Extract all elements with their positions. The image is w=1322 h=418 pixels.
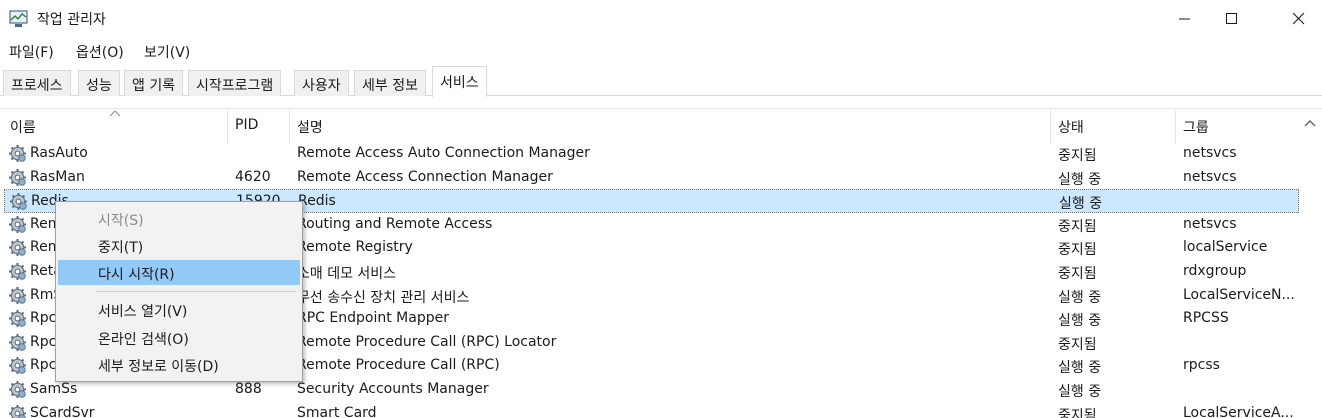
column-divider[interactable] [227, 110, 228, 144]
service-gear-icon [8, 238, 27, 257]
menu-options[interactable]: 옵션(O) [76, 42, 124, 62]
service-gear-icon [8, 404, 27, 418]
service-description-cell: 무선 송수신 장치 관리 서비스 [297, 289, 470, 306]
service-status-cell: 중지됨 [1058, 218, 1097, 235]
service-name-cell: SamSs [30, 381, 78, 397]
service-group-cell: rdxgroup [1183, 263, 1247, 279]
column-divider[interactable] [1175, 110, 1176, 144]
service-gear-icon [8, 333, 27, 352]
menu-item-go-to-details[interactable]: 세부 정보로 이동(D) [58, 352, 300, 377]
menu-item-restart[interactable]: 다시 시작(R) [58, 260, 300, 285]
window-title: 작업 관리자 [37, 12, 106, 28]
service-gear-icon [8, 356, 27, 375]
service-description-cell: Redis [298, 193, 336, 210]
tab-processes[interactable]: 프로세스 [3, 70, 71, 96]
service-pid-cell: 888 [235, 381, 262, 397]
menu-item-open-services[interactable]: 서비스 열기(V) [58, 297, 300, 322]
column-header-description[interactable]: 설명 [297, 117, 323, 137]
service-status-cell: 실행 중 [1058, 384, 1102, 400]
context-menu: 시작(S) 중지(T) 다시 시작(R) 서비스 열기(V) 온라인 검색(O)… [55, 201, 303, 382]
service-group-cell: localService [1183, 239, 1268, 256]
scroll-up-icon[interactable] [1304, 119, 1316, 127]
service-status-cell: 실행 중 [1059, 196, 1103, 213]
service-group-cell: RPCSS [1183, 310, 1229, 327]
menu-item-start[interactable]: 시작(S) [58, 206, 300, 231]
service-pid-cell: 4620 [235, 168, 271, 185]
menu-file[interactable]: 파일(F) [9, 42, 54, 62]
service-group-cell: netsvcs [1183, 145, 1237, 161]
menu-separator [96, 291, 296, 292]
service-name-cell: SCardSvr [30, 404, 95, 418]
service-gear-icon [8, 380, 27, 399]
service-group-cell: rpcss [1183, 357, 1220, 374]
tab-services[interactable]: 서비스 [432, 66, 487, 97]
table-row[interactable]: SCardSvr Smart Card 중지됨 LocalServiceA... [4, 402, 1299, 418]
column-header-group[interactable]: 그룹 [1183, 117, 1209, 137]
service-status-cell: 중지됨 [1058, 148, 1097, 164]
maximize-icon [1226, 13, 1237, 24]
service-name-cell: RasMan [30, 168, 85, 185]
column-divider[interactable] [1050, 110, 1051, 144]
column-divider[interactable] [289, 110, 290, 144]
service-description-cell: Remote Access Connection Manager [297, 168, 553, 185]
service-gear-icon [8, 262, 27, 281]
tab-startup[interactable]: 시작프로그램 [188, 70, 282, 96]
service-group-cell: LocalServiceA... [1183, 404, 1294, 418]
tab-performance[interactable]: 성능 [78, 70, 120, 96]
service-description-cell: Security Accounts Manager [297, 381, 489, 397]
tab-users[interactable]: 사용자 [294, 70, 349, 96]
service-gear-icon [8, 309, 27, 328]
title-bar: 작업 관리자 [0, 0, 1322, 38]
column-header-status[interactable]: 상태 [1058, 117, 1084, 137]
service-status-cell: 중지됨 [1058, 242, 1097, 259]
service-description-cell: Smart Card [297, 404, 377, 418]
service-description-cell: Remote Access Auto Connection Manager [297, 145, 590, 161]
task-manager-icon [9, 10, 28, 27]
table-row[interactable]: RasMan 4620 Remote Access Connection Manag… [4, 166, 1299, 190]
service-status-cell: 중지됨 [1058, 336, 1097, 353]
close-icon [1293, 13, 1305, 25]
service-description-cell: Remote Procedure Call (RPC) Locator [297, 333, 557, 350]
service-gear-icon [9, 192, 28, 211]
service-status-cell: 중지됨 [1058, 407, 1097, 418]
service-group-cell: netsvcs [1183, 168, 1237, 185]
service-gear-icon [8, 286, 27, 305]
menu-item-stop[interactable]: 중지(T) [58, 233, 300, 258]
table-row[interactable]: RasAuto Remote Access Auto Connection Man… [4, 142, 1299, 166]
menu-bar: 파일(F) 옵션(O) 보기(V) [0, 38, 1322, 64]
sort-ascending-icon [109, 110, 121, 117]
service-status-cell: 실행 중 [1058, 313, 1102, 330]
service-description-cell: Routing and Remote Access [297, 215, 493, 232]
tab-strip: 프로세스 성능 앱 기록 시작프로그램 사용자 세부 정보 서비스 [0, 66, 1322, 97]
service-status-cell: 실행 중 [1058, 289, 1102, 306]
menu-view[interactable]: 보기(V) [144, 42, 190, 62]
service-gear-icon [8, 144, 27, 163]
column-header-name[interactable]: 이름 [10, 117, 36, 137]
service-description-cell: 소매 데모 서비스 [297, 266, 397, 282]
service-name-cell: RasAuto [30, 145, 88, 161]
service-gear-icon [8, 215, 27, 234]
column-header-pid[interactable]: PID [235, 117, 258, 133]
menu-item-search-online[interactable]: 온라인 검색(O) [58, 325, 300, 350]
service-group-cell: netsvcs [1183, 215, 1237, 232]
maximize-button[interactable] [1209, 0, 1255, 38]
tab-app-history[interactable]: 앱 기록 [124, 70, 184, 96]
minimize-button[interactable] [1162, 0, 1208, 38]
service-status-cell: 실행 중 [1058, 360, 1102, 377]
service-description-cell: RPC Endpoint Mapper [297, 310, 449, 327]
close-button[interactable] [1276, 0, 1322, 38]
minimize-icon [1179, 18, 1190, 20]
tab-details[interactable]: 세부 정보 [354, 70, 426, 96]
service-description-cell: Remote Procedure Call (RPC) [297, 357, 500, 374]
service-gear-icon [8, 168, 27, 187]
service-group-cell: LocalServiceN... [1183, 286, 1295, 303]
service-status-cell: 실행 중 [1058, 171, 1102, 188]
service-status-cell: 중지됨 [1058, 266, 1097, 282]
service-description-cell: Remote Registry [297, 239, 413, 256]
